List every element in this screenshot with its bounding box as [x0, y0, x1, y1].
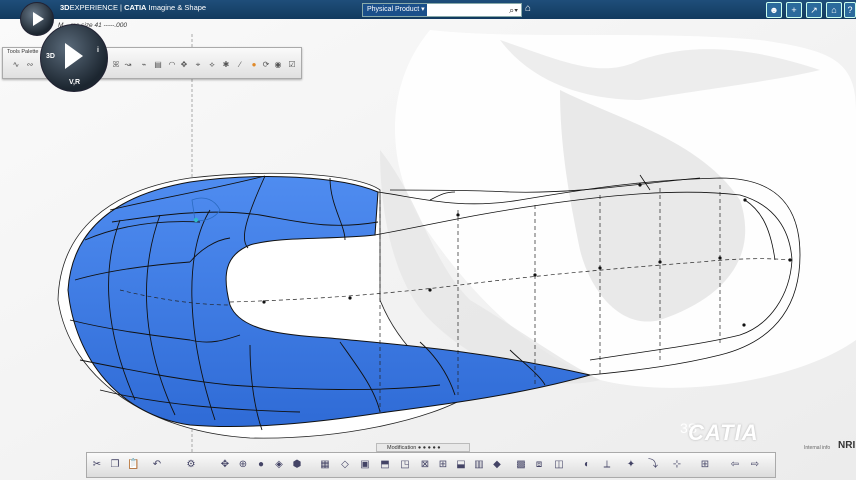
- search-box[interactable]: Physical Product ▾ ⌕▾: [362, 3, 522, 17]
- layers-icon[interactable]: ▤: [153, 60, 163, 70]
- xyz-icon[interactable]: ⊹: [671, 459, 683, 471]
- lasso-icon[interactable]: ⌁: [139, 60, 149, 70]
- catia-watermark: CATIA: [688, 420, 759, 445]
- undo-icon[interactable]: ↶: [151, 459, 163, 471]
- drag-icon[interactable]: ◳: [399, 459, 411, 471]
- dot-icon[interactable]: ●: [249, 60, 259, 70]
- arc-icon[interactable]: ◠: [167, 60, 177, 70]
- subdivide-icon[interactable]: ⊞: [437, 459, 449, 471]
- magnet-icon[interactable]: ✦: [625, 459, 637, 471]
- add-icon[interactable]: +: [786, 2, 802, 18]
- tag-icon[interactable]: ⌂: [525, 3, 531, 14]
- gear-icon[interactable]: ✱: [221, 60, 231, 70]
- sphere-icon[interactable]: ●: [255, 459, 267, 471]
- eye-icon[interactable]: ◉: [273, 60, 283, 70]
- internal-info-text: Internal info: [804, 445, 831, 451]
- loft-icon[interactable]: ⬓: [455, 459, 467, 471]
- move-icon[interactable]: ✥: [179, 60, 189, 70]
- select-icon[interactable]: ⚙: [185, 459, 197, 471]
- forward-icon[interactable]: ⇨: [749, 459, 761, 471]
- help-icon[interactable]: ?: [844, 2, 856, 18]
- compass-info-label[interactable]: i: [97, 47, 99, 54]
- compass-vr-label[interactable]: V,R: [69, 79, 80, 86]
- tools-palette-title: Tools Palette: [7, 49, 39, 55]
- search-icon[interactable]: ⌕▾: [509, 4, 518, 16]
- shell-icon[interactable]: ▥: [473, 459, 485, 471]
- checkbox-icon[interactable]: ☑: [287, 60, 297, 70]
- play-icon[interactable]: [65, 43, 83, 69]
- 3ds-compass-logo[interactable]: [20, 2, 54, 36]
- search-scope-dropdown[interactable]: Physical Product ▾: [363, 4, 427, 16]
- snap-icon[interactable]: ⌖: [193, 60, 203, 70]
- box3d-icon[interactable]: ⧈: [533, 459, 545, 471]
- action-bar[interactable]: ✂ ❐ 📋 ↶ ⚙ ✥ ⊕ ● ◈ ⬢ ▦ ◇ ▣ ⬒ ◳ ⊠ ⊞ ⬓ ▥ ◆ …: [86, 452, 776, 478]
- shape-icon[interactable]: ▦: [319, 459, 331, 471]
- cube-icon[interactable]: ◈: [273, 459, 285, 471]
- curve-2-icon[interactable]: ∾: [25, 60, 35, 70]
- compass-widget[interactable]: 3D V,R i: [40, 24, 108, 92]
- sweep-icon[interactable]: ↝: [123, 60, 133, 70]
- copy-icon[interactable]: ❐: [109, 459, 121, 471]
- user-icon[interactable]: ☻: [766, 2, 782, 18]
- home-icon[interactable]: ⌂: [826, 2, 842, 18]
- back-icon[interactable]: ⇦: [729, 459, 741, 471]
- modification-section-tab[interactable]: Modification ● ● ● ● ●: [376, 443, 470, 452]
- delete-icon[interactable]: ⊠: [419, 459, 431, 471]
- compass-3d-label[interactable]: 3D: [46, 53, 55, 60]
- box-icon[interactable]: ⬢: [291, 459, 303, 471]
- paste-icon[interactable]: 📋: [127, 459, 139, 471]
- edit-icon[interactable]: ▣: [359, 459, 371, 471]
- mirror-icon[interactable]: ⟡: [207, 60, 217, 70]
- app-brand: 3DEXPERIENCE | CATIA Imagine & Shape: [60, 3, 207, 12]
- draw-icon[interactable]: ꕤ: [111, 60, 121, 70]
- top-bar: 3DEXPERIENCE | CATIA Imagine & Shape Phy…: [0, 0, 856, 19]
- snap-icon[interactable]: ⤵: [647, 459, 659, 471]
- line-icon[interactable]: ∕: [235, 60, 245, 70]
- blend-icon[interactable]: ◆: [491, 459, 503, 471]
- surface-icon[interactable]: ◇: [339, 459, 351, 471]
- axis-icon[interactable]: ⟂: [601, 459, 613, 471]
- grid2-icon[interactable]: ⊞: [699, 459, 711, 471]
- manipulator-handle: [193, 217, 199, 223]
- share-icon[interactable]: ↗: [806, 2, 822, 18]
- curve-icon[interactable]: ∿: [11, 60, 21, 70]
- rotate-icon[interactable]: ⟳: [261, 60, 271, 70]
- zoom-icon[interactable]: ⊕: [237, 459, 249, 471]
- view-icon[interactable]: ◫: [553, 459, 565, 471]
- grid-icon[interactable]: ▩: [515, 459, 527, 471]
- move-icon[interactable]: ✥: [219, 459, 231, 471]
- extrude-icon[interactable]: ⬒: [379, 459, 391, 471]
- corner-label: NRI: [838, 440, 856, 451]
- cut-icon[interactable]: ✂: [91, 459, 103, 471]
- compass-icon[interactable]: ◐: [581, 459, 593, 471]
